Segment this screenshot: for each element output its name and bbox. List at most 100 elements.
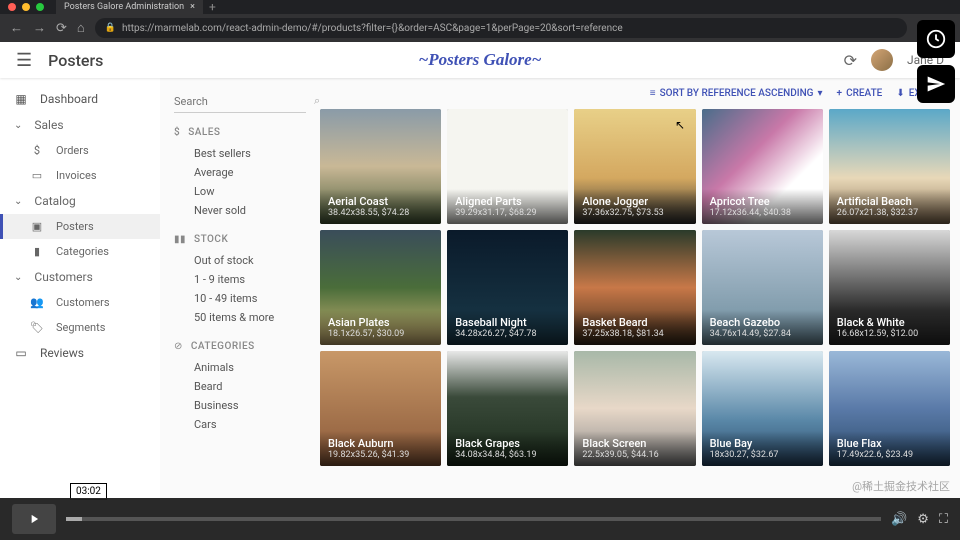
close-dot[interactable] xyxy=(8,3,16,11)
url-text: https://marmelab.com/react-admin-demo/#/… xyxy=(122,23,623,34)
tag-icon: 🏷 xyxy=(30,321,44,334)
tab-title: Posters Galore Administration xyxy=(64,2,184,12)
poster-card[interactable]: Baseball Night34.28x26.27, $47.78 xyxy=(447,230,568,345)
filter-category-item[interactable]: Animals xyxy=(174,358,306,377)
sidebar-section-sales[interactable]: ⌄Sales xyxy=(0,112,160,138)
filter-category-item[interactable]: Business xyxy=(174,396,306,415)
grid-area: ≡SORT BY REFERENCE ASCENDING▾ +CREATE ⬇E… xyxy=(320,78,960,540)
filter-category-item[interactable]: Cars xyxy=(174,415,306,434)
poster-card[interactable]: Blue Bay18x30.27, $32.67 xyxy=(702,351,823,466)
plus-icon: + xyxy=(837,88,843,99)
avatar[interactable] xyxy=(871,49,893,71)
sidebar-item-posters[interactable]: ▣Posters xyxy=(0,214,160,239)
filter-sales-item[interactable]: Average xyxy=(174,163,306,182)
filter-sales-item[interactable]: Best sellers xyxy=(174,144,306,163)
poster-title: Blue Bay xyxy=(710,437,815,450)
poster-card[interactable]: Apricot Tree17.12x36.44, $40.38 xyxy=(702,109,823,224)
poster-card[interactable]: Aerial Coast38.42x38.55, $74.28 xyxy=(320,109,441,224)
poster-card[interactable]: Beach Gazebo34.76x14.49, $27.84 xyxy=(702,230,823,345)
menu-icon[interactable]: ☰ xyxy=(16,50,32,71)
play-button[interactable] xyxy=(12,504,56,534)
chevron-down-icon: ⌄ xyxy=(14,196,22,207)
poster-card[interactable]: Black Grapes34.08x34.84, $63.19 xyxy=(447,351,568,466)
video-timeline[interactable] xyxy=(66,517,881,521)
maximize-dot[interactable] xyxy=(36,3,44,11)
poster-title: Blue Flax xyxy=(837,437,942,450)
close-tab-icon[interactable]: × xyxy=(190,2,195,12)
sidebar-section-customers[interactable]: ⌄Customers xyxy=(0,264,160,290)
filter-panel: ⌕ $SALES Best sellersAverageLowNever sol… xyxy=(160,78,320,540)
sidebar-item-customers[interactable]: 👥Customers xyxy=(0,290,160,315)
fullscreen-icon[interactable]: ⛶ xyxy=(939,512,948,527)
sidebar: ▦Dashboard ⌄Sales $Orders ▭Invoices ⌄Cat… xyxy=(0,78,160,540)
browser-tab[interactable]: Posters Galore Administration × xyxy=(56,0,203,14)
poster-title: Black Auburn xyxy=(328,437,433,450)
poster-overlay: Baseball Night34.28x26.27, $47.78 xyxy=(447,310,568,345)
create-button[interactable]: +CREATE xyxy=(837,88,883,99)
sort-icon: ≡ xyxy=(650,88,656,99)
lock-icon: 🔒 xyxy=(105,23,116,33)
poster-title: Alone Jogger xyxy=(582,195,687,208)
poster-meta: 16.68x12.59, $12.00 xyxy=(837,329,942,339)
refresh-icon[interactable]: ⟳ xyxy=(844,51,857,70)
poster-title: Beach Gazebo xyxy=(710,316,815,329)
filter-sales-item[interactable]: Low xyxy=(174,182,306,201)
chevron-down-icon: ⌄ xyxy=(14,272,22,283)
search-box[interactable]: ⌕ xyxy=(174,90,306,113)
address-bar: ← → ⟳ ⌂ 🔒 https://marmelab.com/react-adm… xyxy=(0,14,960,42)
new-tab-icon[interactable]: + xyxy=(203,0,222,14)
poster-card[interactable]: Aligned Parts39.29x31.17, $68.29 xyxy=(447,109,568,224)
sidebar-item-reviews[interactable]: ▭Reviews xyxy=(0,340,160,366)
poster-card[interactable]: Black & White16.68x12.59, $12.00 xyxy=(829,230,950,345)
filter-sales-item[interactable]: Never sold xyxy=(174,201,306,220)
brand-logo: ~Posters Galore~ xyxy=(419,50,542,70)
poster-overlay: Blue Flax17.49x22.6, $23.49 xyxy=(829,431,950,466)
invoice-icon: ▭ xyxy=(30,169,44,182)
download-icon: ⬇ xyxy=(896,88,904,99)
main: ▦Dashboard ⌄Sales $Orders ▭Invoices ⌄Cat… xyxy=(0,78,960,540)
poster-overlay: Beach Gazebo34.76x14.49, $27.84 xyxy=(702,310,823,345)
back-icon[interactable]: ← xyxy=(10,20,23,36)
image-icon: ▣ xyxy=(30,220,44,233)
sidebar-item-dashboard[interactable]: ▦Dashboard xyxy=(0,86,160,112)
tab-bar: Posters Galore Administration × + xyxy=(0,0,960,14)
url-box[interactable]: 🔒 https://marmelab.com/react-admin-demo/… xyxy=(95,18,907,38)
poster-overlay: Black Auburn19.82x35.26, $41.39 xyxy=(320,431,441,466)
filter-stock-item[interactable]: 1 - 9 items xyxy=(174,270,306,289)
poster-title: Black Screen xyxy=(582,437,687,450)
sidebar-item-orders[interactable]: $Orders xyxy=(0,138,160,163)
people-icon: 👥 xyxy=(30,296,44,309)
minimize-dot[interactable] xyxy=(22,3,30,11)
reload-icon[interactable]: ⟳ xyxy=(56,21,67,36)
poster-overlay: Blue Bay18x30.27, $32.67 xyxy=(702,431,823,466)
sidebar-item-categories[interactable]: ▮Categories xyxy=(0,239,160,264)
poster-card[interactable]: Black Auburn19.82x35.26, $41.39 xyxy=(320,351,441,466)
poster-card[interactable]: Blue Flax17.49x22.6, $23.49 xyxy=(829,351,950,466)
window-controls[interactable] xyxy=(8,3,44,11)
poster-meta: 26.07x21.38, $32.37 xyxy=(837,208,942,218)
settings-icon[interactable]: ⚙ xyxy=(917,512,929,527)
filter-stock-item[interactable]: 50 items & more xyxy=(174,308,306,327)
filter-category-item[interactable]: Beard xyxy=(174,377,306,396)
sidebar-item-segments[interactable]: 🏷Segments xyxy=(0,315,160,340)
poster-meta: 18x30.27, $32.67 xyxy=(710,450,815,460)
sidebar-item-invoices[interactable]: ▭Invoices xyxy=(0,163,160,188)
chat-icon: ▭ xyxy=(14,346,28,360)
poster-card[interactable]: Basket Beard37.25x38.18, $81.34 xyxy=(574,230,695,345)
content: ⌕ $SALES Best sellersAverageLowNever sol… xyxy=(160,78,960,540)
volume-icon[interactable]: 🔊 xyxy=(891,512,907,527)
search-input[interactable] xyxy=(174,95,314,108)
poster-card[interactable]: Asian Plates18.1x26.57, $30.09 xyxy=(320,230,441,345)
poster-meta: 18.1x26.57, $30.09 xyxy=(328,329,433,339)
filter-stock-item[interactable]: Out of stock xyxy=(174,251,306,270)
forward-icon[interactable]: → xyxy=(33,20,46,36)
poster-card[interactable]: Artificial Beach26.07x21.38, $32.37 xyxy=(829,109,950,224)
poster-overlay: Artificial Beach26.07x21.38, $32.37 xyxy=(829,189,950,224)
home-icon[interactable]: ⌂ xyxy=(77,20,85,36)
sidebar-section-catalog[interactable]: ⌄Catalog xyxy=(0,188,160,214)
sort-button[interactable]: ≡SORT BY REFERENCE ASCENDING▾ xyxy=(650,88,823,99)
poster-card[interactable]: Black Screen22.5x39.05, $44.16 xyxy=(574,351,695,466)
chart-icon: ▮▮ xyxy=(174,234,186,245)
poster-meta: 19.82x35.26, $41.39 xyxy=(328,450,433,460)
filter-stock-item[interactable]: 10 - 49 items xyxy=(174,289,306,308)
